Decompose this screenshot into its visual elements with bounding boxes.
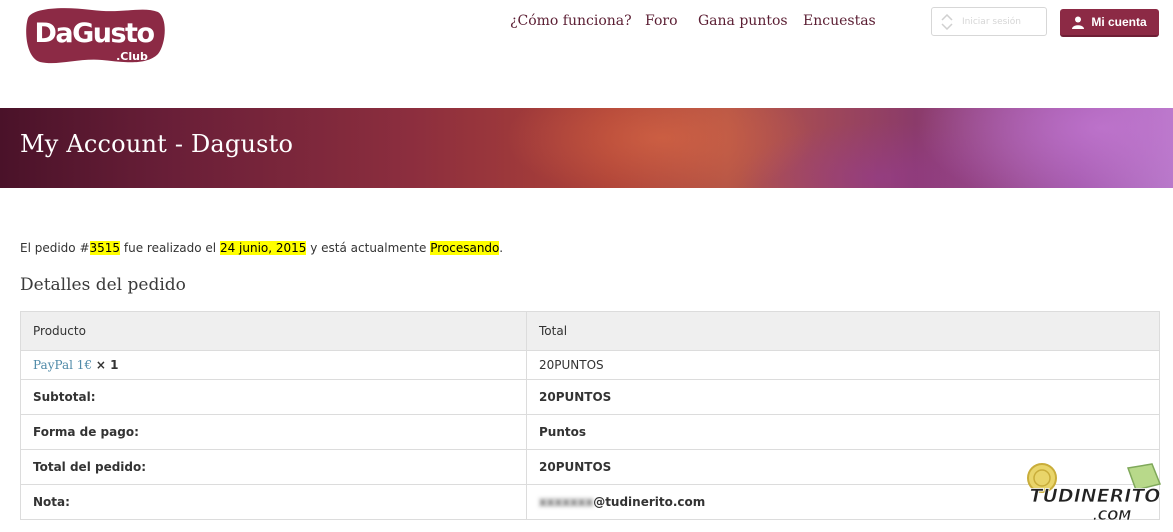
product-cell: PayPal 1€ × 1 bbox=[20, 350, 527, 380]
table-row: Forma de pago: Puntos bbox=[20, 414, 1160, 450]
order-status: Procesando bbox=[430, 241, 500, 255]
order-details-table: Producto Total PayPal 1€ × 1 20PUNTOS Su… bbox=[20, 311, 1160, 520]
nav-how-it-works[interactable]: ¿Cómo funciona? bbox=[510, 13, 632, 29]
order-mid-text-2: y está actualmente bbox=[306, 241, 431, 255]
site-logo[interactable]: DaGusto .Club bbox=[22, 4, 166, 68]
table-row: Total del pedido: 20PUNTOS bbox=[20, 449, 1160, 485]
order-mid-text: fue realizado el bbox=[120, 241, 220, 255]
column-header-product: Producto bbox=[20, 311, 527, 351]
table-row: Nota: xxxxxxx@tudinerito.com bbox=[20, 484, 1160, 520]
payment-method-label: Forma de pago: bbox=[20, 414, 527, 450]
payment-method-value: Puntos bbox=[526, 414, 1160, 450]
page-title: My Account - Dagusto bbox=[20, 130, 294, 158]
nav-forum[interactable]: Foro bbox=[645, 13, 678, 29]
user-icon bbox=[1072, 16, 1085, 29]
order-total-label: Total del pedido: bbox=[20, 449, 527, 485]
subtotal-value: 20PUNTOS bbox=[526, 379, 1160, 415]
note-value-hidden: xxxxxxx bbox=[539, 495, 594, 509]
login-icon bbox=[941, 13, 953, 30]
my-account-label: Mi cuenta bbox=[1091, 15, 1147, 29]
page-banner: My Account - Dagusto bbox=[0, 108, 1173, 188]
nav-earn-points[interactable]: Gana puntos bbox=[698, 13, 788, 29]
table-row: Subtotal: 20PUNTOS bbox=[20, 379, 1160, 415]
nav-surveys[interactable]: Encuestas bbox=[803, 13, 876, 29]
watermark-text: TUDINERITO bbox=[1030, 485, 1161, 507]
note-label: Nota: bbox=[20, 484, 527, 520]
product-quantity: × 1 bbox=[95, 358, 119, 372]
login-button[interactable]: Iniciar sesión bbox=[931, 7, 1047, 36]
my-account-button[interactable]: Mi cuenta bbox=[1060, 9, 1159, 37]
order-date: 24 junio, 2015 bbox=[219, 241, 307, 255]
note-value-domain: @tudinerito.com bbox=[593, 495, 706, 509]
logo-text: DaGusto bbox=[34, 18, 154, 49]
tudinerito-watermark: TUDINERITO .COM bbox=[1027, 463, 1162, 524]
logo-subtext: .Club bbox=[116, 50, 148, 63]
order-status-line: El pedido #3515 fue realizado el 24 juni… bbox=[20, 241, 503, 255]
site-header: DaGusto .Club ¿Cómo funciona? Foro Gana … bbox=[0, 0, 1173, 108]
order-number: 3515 bbox=[89, 241, 121, 255]
table-row: PayPal 1€ × 1 20PUNTOS bbox=[20, 350, 1160, 380]
column-header-total: Total bbox=[526, 311, 1160, 351]
product-total: 20PUNTOS bbox=[526, 350, 1160, 380]
watermark-subtext: .COM bbox=[1093, 509, 1132, 524]
order-suffix: . bbox=[499, 241, 504, 255]
subtotal-label: Subtotal: bbox=[20, 379, 527, 415]
login-label: Iniciar sesión bbox=[962, 16, 1022, 27]
order-prefix: El pedido # bbox=[20, 241, 90, 255]
table-header-row: Producto Total bbox=[20, 311, 1160, 351]
product-link[interactable]: PayPal 1€ bbox=[33, 358, 92, 372]
order-details-title: Detalles del pedido bbox=[20, 275, 186, 295]
